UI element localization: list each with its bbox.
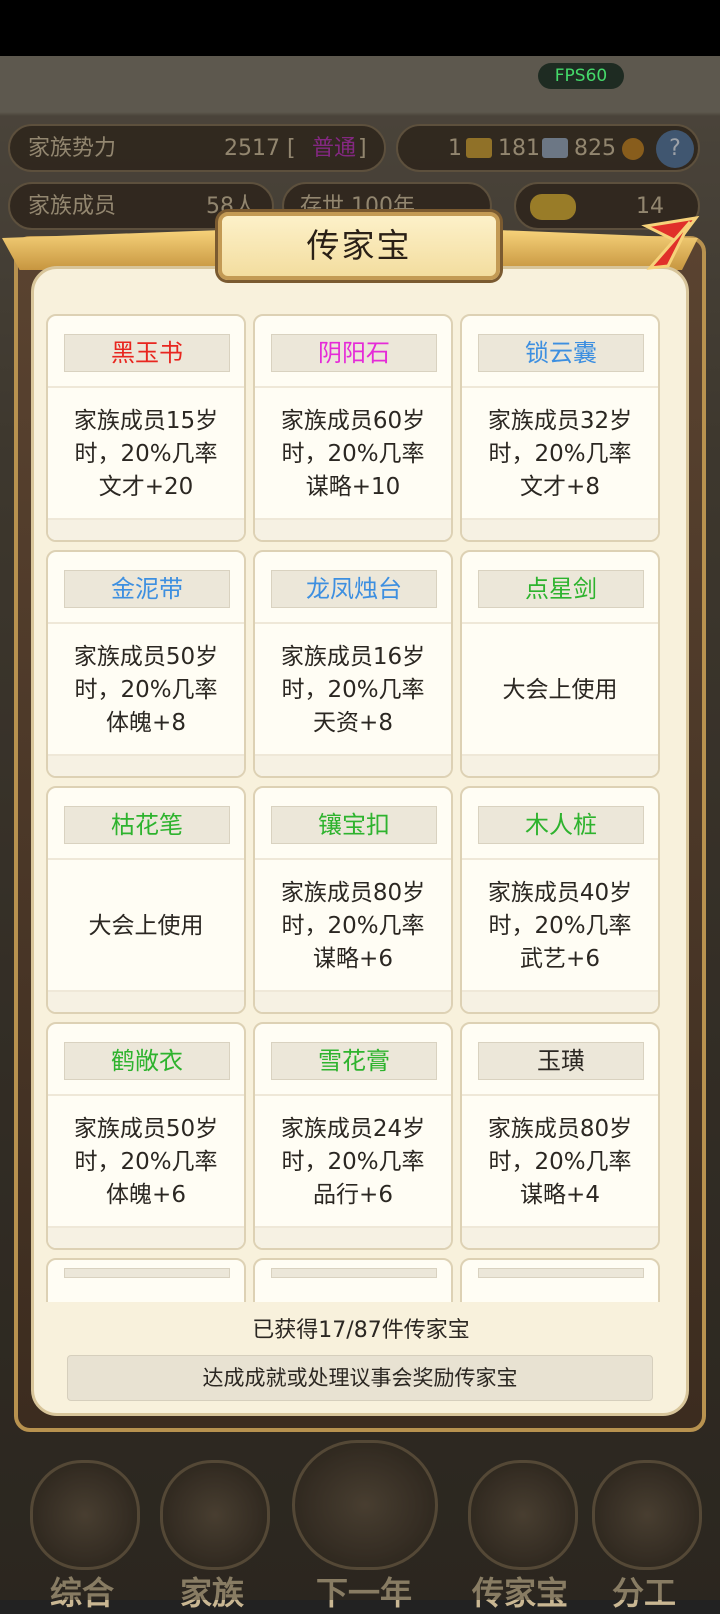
heirloom-desc: 家族成员50岁 时，20%几率 体魄+6 — [73, 1115, 219, 1208]
heirloom-card[interactable]: 黑玉书 家族成员15岁 时，20%几率 文才+20 — [46, 314, 246, 542]
heirloom-card[interactable]: 锁云囊 家族成员32岁 时，20%几率 文才+8 — [460, 314, 660, 542]
heirloom-card[interactable]: 雪花膏 家族成员24岁 时，20%几率 品行+6 — [253, 1022, 453, 1250]
heirloom-card-partial[interactable] — [253, 1258, 453, 1302]
hint-bar: 达成成就或处理议事会奖励传家宝 — [67, 1355, 653, 1401]
dialog-title-plate: 传家宝 — [218, 212, 500, 280]
fps-indicator: FPS60 — [538, 63, 624, 89]
heirloom-name: 黑玉书 — [64, 334, 230, 372]
heirloom-card[interactable]: 玉璜 家族成员80岁 时，20%几率 谋略+4 — [460, 1022, 660, 1250]
heirloom-desc: 家族成员24岁 时，20%几率 品行+6 — [280, 1115, 426, 1208]
heirloom-card[interactable]: 鹤敞衣 家族成员50岁 时，20%几率 体魄+6 — [46, 1022, 246, 1250]
heirloom-card[interactable]: 阴阳石 家族成员60岁 时，20%几率 谋略+10 — [253, 314, 453, 542]
heirloom-name: 龙凤烛台 — [271, 570, 437, 608]
heirloom-name: 玉璜 — [478, 1042, 644, 1080]
heirloom-card[interactable]: 枯花笔 大会上使用 — [46, 786, 246, 1014]
heirloom-card[interactable]: 金泥带 家族成员50岁 时，20%几率 体魄+8 — [46, 550, 246, 778]
heirloom-card[interactable]: 镶宝扣 家族成员80岁 时，20%几率 谋略+6 — [253, 786, 453, 1014]
close-button[interactable] — [638, 212, 702, 276]
heirloom-card[interactable]: 龙凤烛台 家族成员16岁 时，20%几率 天资+8 — [253, 550, 453, 778]
heirloom-name: 镶宝扣 — [271, 806, 437, 844]
heirloom-name: 雪花膏 — [271, 1042, 437, 1080]
heirloom-grid[interactable]: 黑玉书 家族成员15岁 时，20%几率 文才+20 阴阳石 家族成员60岁 时，… — [46, 314, 676, 1302]
heirloom-name: 点星剑 — [478, 570, 644, 608]
heirloom-name: 锁云囊 — [478, 334, 644, 372]
heirloom-card-partial[interactable] — [460, 1258, 660, 1302]
heirloom-desc: 家族成员16岁 时，20%几率 天资+8 — [280, 643, 426, 736]
heirloom-name: 枯花笔 — [64, 806, 230, 844]
heirloom-card[interactable]: 木人桩 家族成员40岁 时，20%几率 武艺+6 — [460, 786, 660, 1014]
heirloom-desc: 家族成员80岁 时，20%几率 谋略+4 — [487, 1115, 633, 1208]
heirloom-desc: 家族成员80岁 时，20%几率 谋略+6 — [280, 879, 426, 972]
heirloom-card[interactable]: 点星剑 大会上使用 — [460, 550, 660, 778]
heirloom-name: 木人桩 — [478, 806, 644, 844]
heirloom-name: 鹤敞衣 — [64, 1042, 230, 1080]
heirloom-desc: 家族成员50岁 时，20%几率 体魄+8 — [73, 643, 219, 736]
heirloom-desc: 大会上使用 — [502, 676, 618, 703]
heirloom-name: 阴阳石 — [271, 334, 437, 372]
heirloom-name: 金泥带 — [64, 570, 230, 608]
heirloom-count: 已获得17/87件传家宝 — [252, 1318, 470, 1343]
heirloom-desc: 家族成员60岁 时，20%几率 谋略+10 — [280, 407, 426, 500]
heirloom-card-partial[interactable] — [46, 1258, 246, 1302]
close-icon — [641, 215, 700, 270]
heirloom-desc: 家族成员32岁 时，20%几率 文才+8 — [487, 407, 633, 500]
status-bar — [0, 0, 720, 56]
heirloom-desc: 家族成员40岁 时，20%几率 武艺+6 — [487, 879, 633, 972]
dialog-title: 传家宝 — [306, 226, 412, 265]
heirloom-desc: 家族成员15岁 时，20%几率 文才+20 — [73, 407, 219, 500]
heirloom-desc: 大会上使用 — [88, 912, 204, 939]
